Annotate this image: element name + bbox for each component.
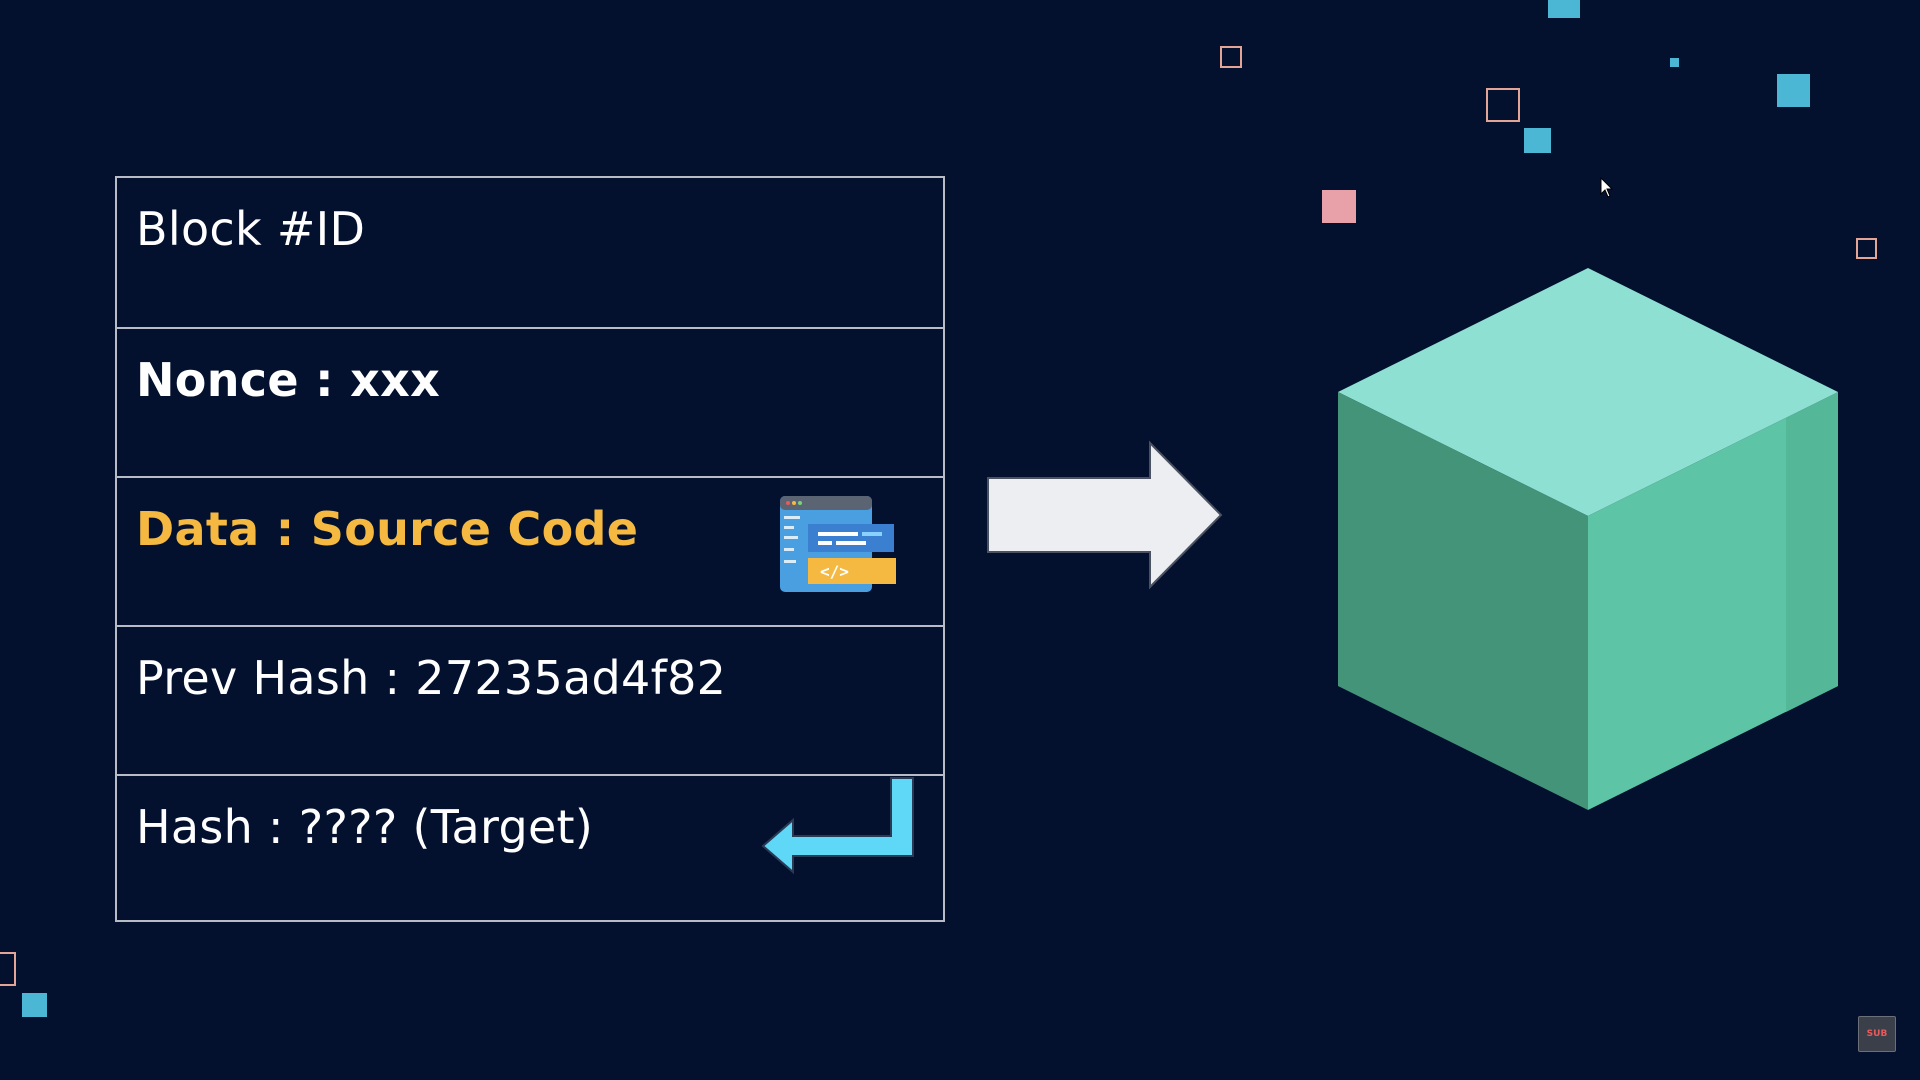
slide-canvas: Block #ID Nonce : xxx Data : Source Code	[0, 0, 1920, 1080]
deco-square-outline	[0, 952, 16, 986]
deco-square	[1777, 74, 1810, 107]
return-arrow-icon	[761, 777, 914, 875]
source-code-window-icon: </>	[780, 496, 896, 592]
deco-square	[1524, 128, 1551, 153]
data-label: Data : Source Code	[136, 502, 639, 556]
nonce-label: Nonce : xxx	[136, 353, 441, 407]
block-cube-icon	[1338, 268, 1838, 810]
deco-square-outline	[1486, 88, 1520, 122]
nonce-row: Nonce : xxx	[117, 327, 943, 476]
block-table: Block #ID Nonce : xxx Data : Source Code	[115, 176, 945, 922]
hash-row: Hash : ???? (Target)	[117, 774, 943, 923]
deco-square-outline	[1856, 238, 1877, 259]
svg-text:</>: </>	[820, 562, 849, 581]
data-row: Data : Source Code </>	[117, 476, 943, 625]
subscribe-badge-label: SUB	[1866, 1029, 1888, 1039]
mouse-cursor-icon	[1600, 177, 1614, 198]
prev-hash-label: Prev Hash : 27235ad4f82	[136, 651, 727, 705]
block-id-row: Block #ID	[117, 178, 943, 327]
block-id-label: Block #ID	[136, 202, 366, 256]
deco-square	[1670, 58, 1679, 67]
hash-label: Hash : ???? (Target)	[136, 800, 594, 854]
deco-square-outline	[1220, 46, 1242, 68]
deco-square	[22, 993, 47, 1017]
deco-square	[1322, 190, 1356, 223]
deco-square	[1548, 0, 1580, 18]
right-arrow-icon	[987, 440, 1223, 590]
prev-hash-row: Prev Hash : 27235ad4f82	[117, 625, 943, 774]
subscribe-badge-icon[interactable]: SUB	[1858, 1016, 1896, 1052]
